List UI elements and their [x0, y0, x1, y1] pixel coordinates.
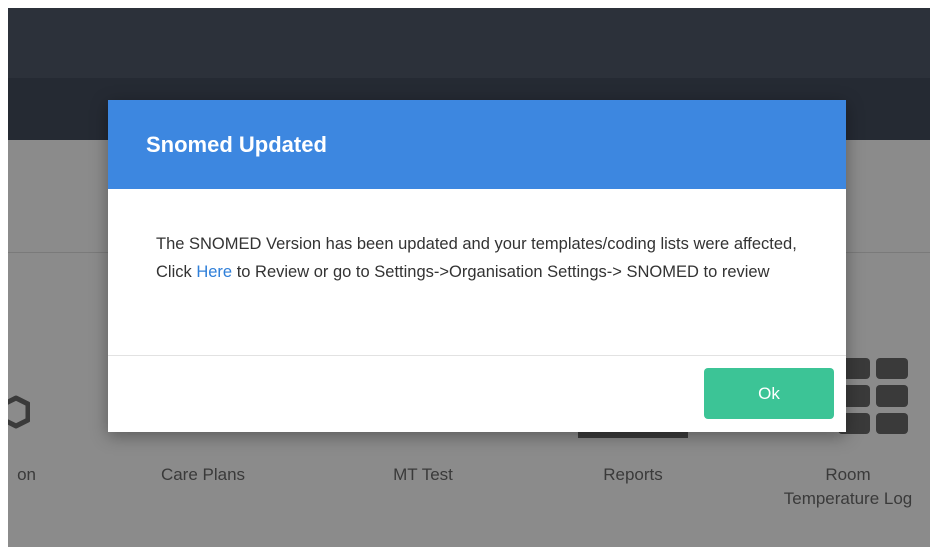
- ok-button[interactable]: Ok: [704, 368, 834, 419]
- grid-cell: [876, 412, 908, 434]
- grid-cell: [876, 358, 908, 380]
- tile-mt-test[interactable]: MT Test: [343, 463, 503, 487]
- tile-label-partial[interactable]: on: [8, 463, 36, 487]
- tile-room-line1: Room: [825, 465, 871, 484]
- box-icon: [8, 395, 30, 429]
- dialog-header: Snomed Updated: [108, 100, 846, 189]
- tile-room-line2: Temperature Log: [783, 489, 913, 508]
- dialog-message: The SNOMED Version has been updated and …: [156, 230, 806, 286]
- message-text-part2: to Review or go to Settings->Organisatio…: [232, 263, 770, 281]
- tile-room-temperature-log[interactable]: Room Temperature Log: [753, 463, 930, 511]
- page: on Care Plans MT Test Reports Room Tempe…: [0, 0, 930, 547]
- grid-cell: [876, 385, 908, 407]
- top-nav-bar: [8, 8, 930, 78]
- snomed-updated-dialog: Snomed Updated The SNOMED Version has be…: [108, 100, 846, 432]
- tile-care-plans[interactable]: Care Plans: [123, 463, 283, 487]
- here-link[interactable]: Here: [196, 263, 232, 281]
- grid-icon: [838, 358, 908, 434]
- dialog-footer-divider: [108, 355, 846, 356]
- tile-reports[interactable]: Reports: [553, 463, 713, 487]
- dialog-title: Snomed Updated: [146, 132, 327, 157]
